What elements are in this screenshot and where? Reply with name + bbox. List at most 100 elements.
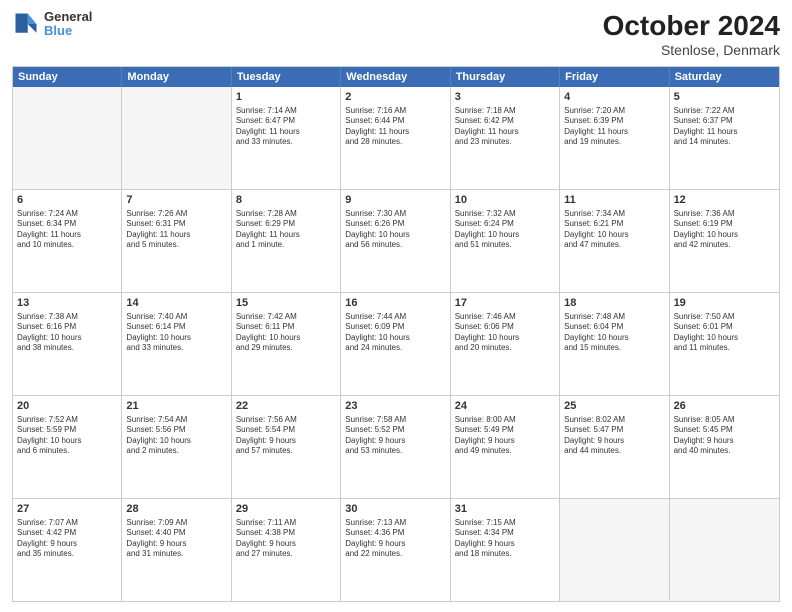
cell-content: Sunrise: 8:00 AM Sunset: 5:49 PM Dayligh… xyxy=(455,415,555,457)
calendar-cell: 21Sunrise: 7:54 AM Sunset: 5:56 PM Dayli… xyxy=(122,396,231,498)
day-header-tuesday: Tuesday xyxy=(232,67,341,87)
day-number: 4 xyxy=(564,90,664,105)
day-number: 10 xyxy=(455,193,555,208)
calendar-cell: 16Sunrise: 7:44 AM Sunset: 6:09 PM Dayli… xyxy=(341,293,450,395)
calendar-cell: 6Sunrise: 7:24 AM Sunset: 6:34 PM Daylig… xyxy=(13,190,122,292)
cell-content: Sunrise: 8:02 AM Sunset: 5:47 PM Dayligh… xyxy=(564,415,664,457)
day-number: 14 xyxy=(126,296,226,311)
cell-content: Sunrise: 7:36 AM Sunset: 6:19 PM Dayligh… xyxy=(674,209,775,251)
cell-content: Sunrise: 7:58 AM Sunset: 5:52 PM Dayligh… xyxy=(345,415,445,457)
calendar-cell: 17Sunrise: 7:46 AM Sunset: 6:06 PM Dayli… xyxy=(451,293,560,395)
day-number: 9 xyxy=(345,193,445,208)
cell-content: Sunrise: 7:38 AM Sunset: 6:16 PM Dayligh… xyxy=(17,312,117,354)
calendar-subtitle: Stenlose, Denmark xyxy=(603,42,780,58)
header: General Blue October 2024 Stenlose, Denm… xyxy=(12,10,780,58)
calendar-title: October 2024 xyxy=(603,10,780,42)
calendar-cell: 2Sunrise: 7:16 AM Sunset: 6:44 PM Daylig… xyxy=(341,87,450,189)
calendar-row-4: 27Sunrise: 7:07 AM Sunset: 4:42 PM Dayli… xyxy=(13,499,779,601)
calendar-row-1: 6Sunrise: 7:24 AM Sunset: 6:34 PM Daylig… xyxy=(13,190,779,293)
cell-content: Sunrise: 7:14 AM Sunset: 6:47 PM Dayligh… xyxy=(236,106,336,148)
calendar-row-3: 20Sunrise: 7:52 AM Sunset: 5:59 PM Dayli… xyxy=(13,396,779,499)
calendar-cell xyxy=(13,87,122,189)
day-number: 18 xyxy=(564,296,664,311)
cell-content: Sunrise: 7:40 AM Sunset: 6:14 PM Dayligh… xyxy=(126,312,226,354)
day-header-wednesday: Wednesday xyxy=(341,67,450,87)
cell-content: Sunrise: 7:52 AM Sunset: 5:59 PM Dayligh… xyxy=(17,415,117,457)
day-header-saturday: Saturday xyxy=(670,67,779,87)
day-number: 12 xyxy=(674,193,775,208)
cell-content: Sunrise: 7:42 AM Sunset: 6:11 PM Dayligh… xyxy=(236,312,336,354)
cell-content: Sunrise: 7:18 AM Sunset: 6:42 PM Dayligh… xyxy=(455,106,555,148)
day-header-friday: Friday xyxy=(560,67,669,87)
cell-content: Sunrise: 7:11 AM Sunset: 4:38 PM Dayligh… xyxy=(236,518,336,560)
day-number: 7 xyxy=(126,193,226,208)
cell-content: Sunrise: 7:09 AM Sunset: 4:40 PM Dayligh… xyxy=(126,518,226,560)
day-header-sunday: Sunday xyxy=(13,67,122,87)
day-number: 6 xyxy=(17,193,117,208)
calendar-cell: 9Sunrise: 7:30 AM Sunset: 6:26 PM Daylig… xyxy=(341,190,450,292)
calendar-cell: 13Sunrise: 7:38 AM Sunset: 6:16 PM Dayli… xyxy=(13,293,122,395)
day-number: 5 xyxy=(674,90,775,105)
day-number: 16 xyxy=(345,296,445,311)
calendar-row-2: 13Sunrise: 7:38 AM Sunset: 6:16 PM Dayli… xyxy=(13,293,779,396)
cell-content: Sunrise: 7:50 AM Sunset: 6:01 PM Dayligh… xyxy=(674,312,775,354)
calendar-cell: 8Sunrise: 7:28 AM Sunset: 6:29 PM Daylig… xyxy=(232,190,341,292)
calendar-cell: 30Sunrise: 7:13 AM Sunset: 4:36 PM Dayli… xyxy=(341,499,450,601)
cell-content: Sunrise: 7:07 AM Sunset: 4:42 PM Dayligh… xyxy=(17,518,117,560)
calendar-cell: 23Sunrise: 7:58 AM Sunset: 5:52 PM Dayli… xyxy=(341,396,450,498)
calendar-header: SundayMondayTuesdayWednesdayThursdayFrid… xyxy=(13,67,779,87)
day-number: 28 xyxy=(126,502,226,517)
calendar-cell: 11Sunrise: 7:34 AM Sunset: 6:21 PM Dayli… xyxy=(560,190,669,292)
logo-line1: General xyxy=(44,10,92,24)
day-number: 21 xyxy=(126,399,226,414)
cell-content: Sunrise: 7:28 AM Sunset: 6:29 PM Dayligh… xyxy=(236,209,336,251)
day-number: 15 xyxy=(236,296,336,311)
calendar-cell: 31Sunrise: 7:15 AM Sunset: 4:34 PM Dayli… xyxy=(451,499,560,601)
calendar-cell: 22Sunrise: 7:56 AM Sunset: 5:54 PM Dayli… xyxy=(232,396,341,498)
calendar-row-0: 1Sunrise: 7:14 AM Sunset: 6:47 PM Daylig… xyxy=(13,87,779,190)
calendar-cell: 20Sunrise: 7:52 AM Sunset: 5:59 PM Dayli… xyxy=(13,396,122,498)
cell-content: Sunrise: 7:26 AM Sunset: 6:31 PM Dayligh… xyxy=(126,209,226,251)
cell-content: Sunrise: 7:44 AM Sunset: 6:09 PM Dayligh… xyxy=(345,312,445,354)
day-number: 2 xyxy=(345,90,445,105)
calendar-cell: 12Sunrise: 7:36 AM Sunset: 6:19 PM Dayli… xyxy=(670,190,779,292)
day-header-monday: Monday xyxy=(122,67,231,87)
calendar-cell: 18Sunrise: 7:48 AM Sunset: 6:04 PM Dayli… xyxy=(560,293,669,395)
calendar-cell: 1Sunrise: 7:14 AM Sunset: 6:47 PM Daylig… xyxy=(232,87,341,189)
day-number: 25 xyxy=(564,399,664,414)
cell-content: Sunrise: 7:56 AM Sunset: 5:54 PM Dayligh… xyxy=(236,415,336,457)
calendar-cell: 7Sunrise: 7:26 AM Sunset: 6:31 PM Daylig… xyxy=(122,190,231,292)
cell-content: Sunrise: 7:34 AM Sunset: 6:21 PM Dayligh… xyxy=(564,209,664,251)
calendar-cell: 14Sunrise: 7:40 AM Sunset: 6:14 PM Dayli… xyxy=(122,293,231,395)
cell-content: Sunrise: 7:30 AM Sunset: 6:26 PM Dayligh… xyxy=(345,209,445,251)
calendar-cell: 29Sunrise: 7:11 AM Sunset: 4:38 PM Dayli… xyxy=(232,499,341,601)
calendar-cell: 15Sunrise: 7:42 AM Sunset: 6:11 PM Dayli… xyxy=(232,293,341,395)
cell-content: Sunrise: 7:20 AM Sunset: 6:39 PM Dayligh… xyxy=(564,106,664,148)
day-number: 8 xyxy=(236,193,336,208)
day-number: 26 xyxy=(674,399,775,414)
day-number: 23 xyxy=(345,399,445,414)
cell-content: Sunrise: 7:48 AM Sunset: 6:04 PM Dayligh… xyxy=(564,312,664,354)
cell-content: Sunrise: 7:32 AM Sunset: 6:24 PM Dayligh… xyxy=(455,209,555,251)
title-block: October 2024 Stenlose, Denmark xyxy=(603,10,780,58)
day-header-thursday: Thursday xyxy=(451,67,560,87)
day-number: 31 xyxy=(455,502,555,517)
calendar-cell: 10Sunrise: 7:32 AM Sunset: 6:24 PM Dayli… xyxy=(451,190,560,292)
cell-content: Sunrise: 7:24 AM Sunset: 6:34 PM Dayligh… xyxy=(17,209,117,251)
day-number: 24 xyxy=(455,399,555,414)
day-number: 22 xyxy=(236,399,336,414)
calendar-cell: 5Sunrise: 7:22 AM Sunset: 6:37 PM Daylig… xyxy=(670,87,779,189)
logo-icon xyxy=(12,10,40,38)
calendar-cell: 19Sunrise: 7:50 AM Sunset: 6:01 PM Dayli… xyxy=(670,293,779,395)
calendar-cell: 26Sunrise: 8:05 AM Sunset: 5:45 PM Dayli… xyxy=(670,396,779,498)
cell-content: Sunrise: 8:05 AM Sunset: 5:45 PM Dayligh… xyxy=(674,415,775,457)
page: General Blue October 2024 Stenlose, Denm… xyxy=(0,0,792,612)
day-number: 29 xyxy=(236,502,336,517)
calendar-cell xyxy=(560,499,669,601)
calendar-cell: 3Sunrise: 7:18 AM Sunset: 6:42 PM Daylig… xyxy=(451,87,560,189)
calendar-cell: 25Sunrise: 8:02 AM Sunset: 5:47 PM Dayli… xyxy=(560,396,669,498)
cell-content: Sunrise: 7:13 AM Sunset: 4:36 PM Dayligh… xyxy=(345,518,445,560)
cell-content: Sunrise: 7:22 AM Sunset: 6:37 PM Dayligh… xyxy=(674,106,775,148)
day-number: 11 xyxy=(564,193,664,208)
calendar-body: 1Sunrise: 7:14 AM Sunset: 6:47 PM Daylig… xyxy=(13,87,779,601)
